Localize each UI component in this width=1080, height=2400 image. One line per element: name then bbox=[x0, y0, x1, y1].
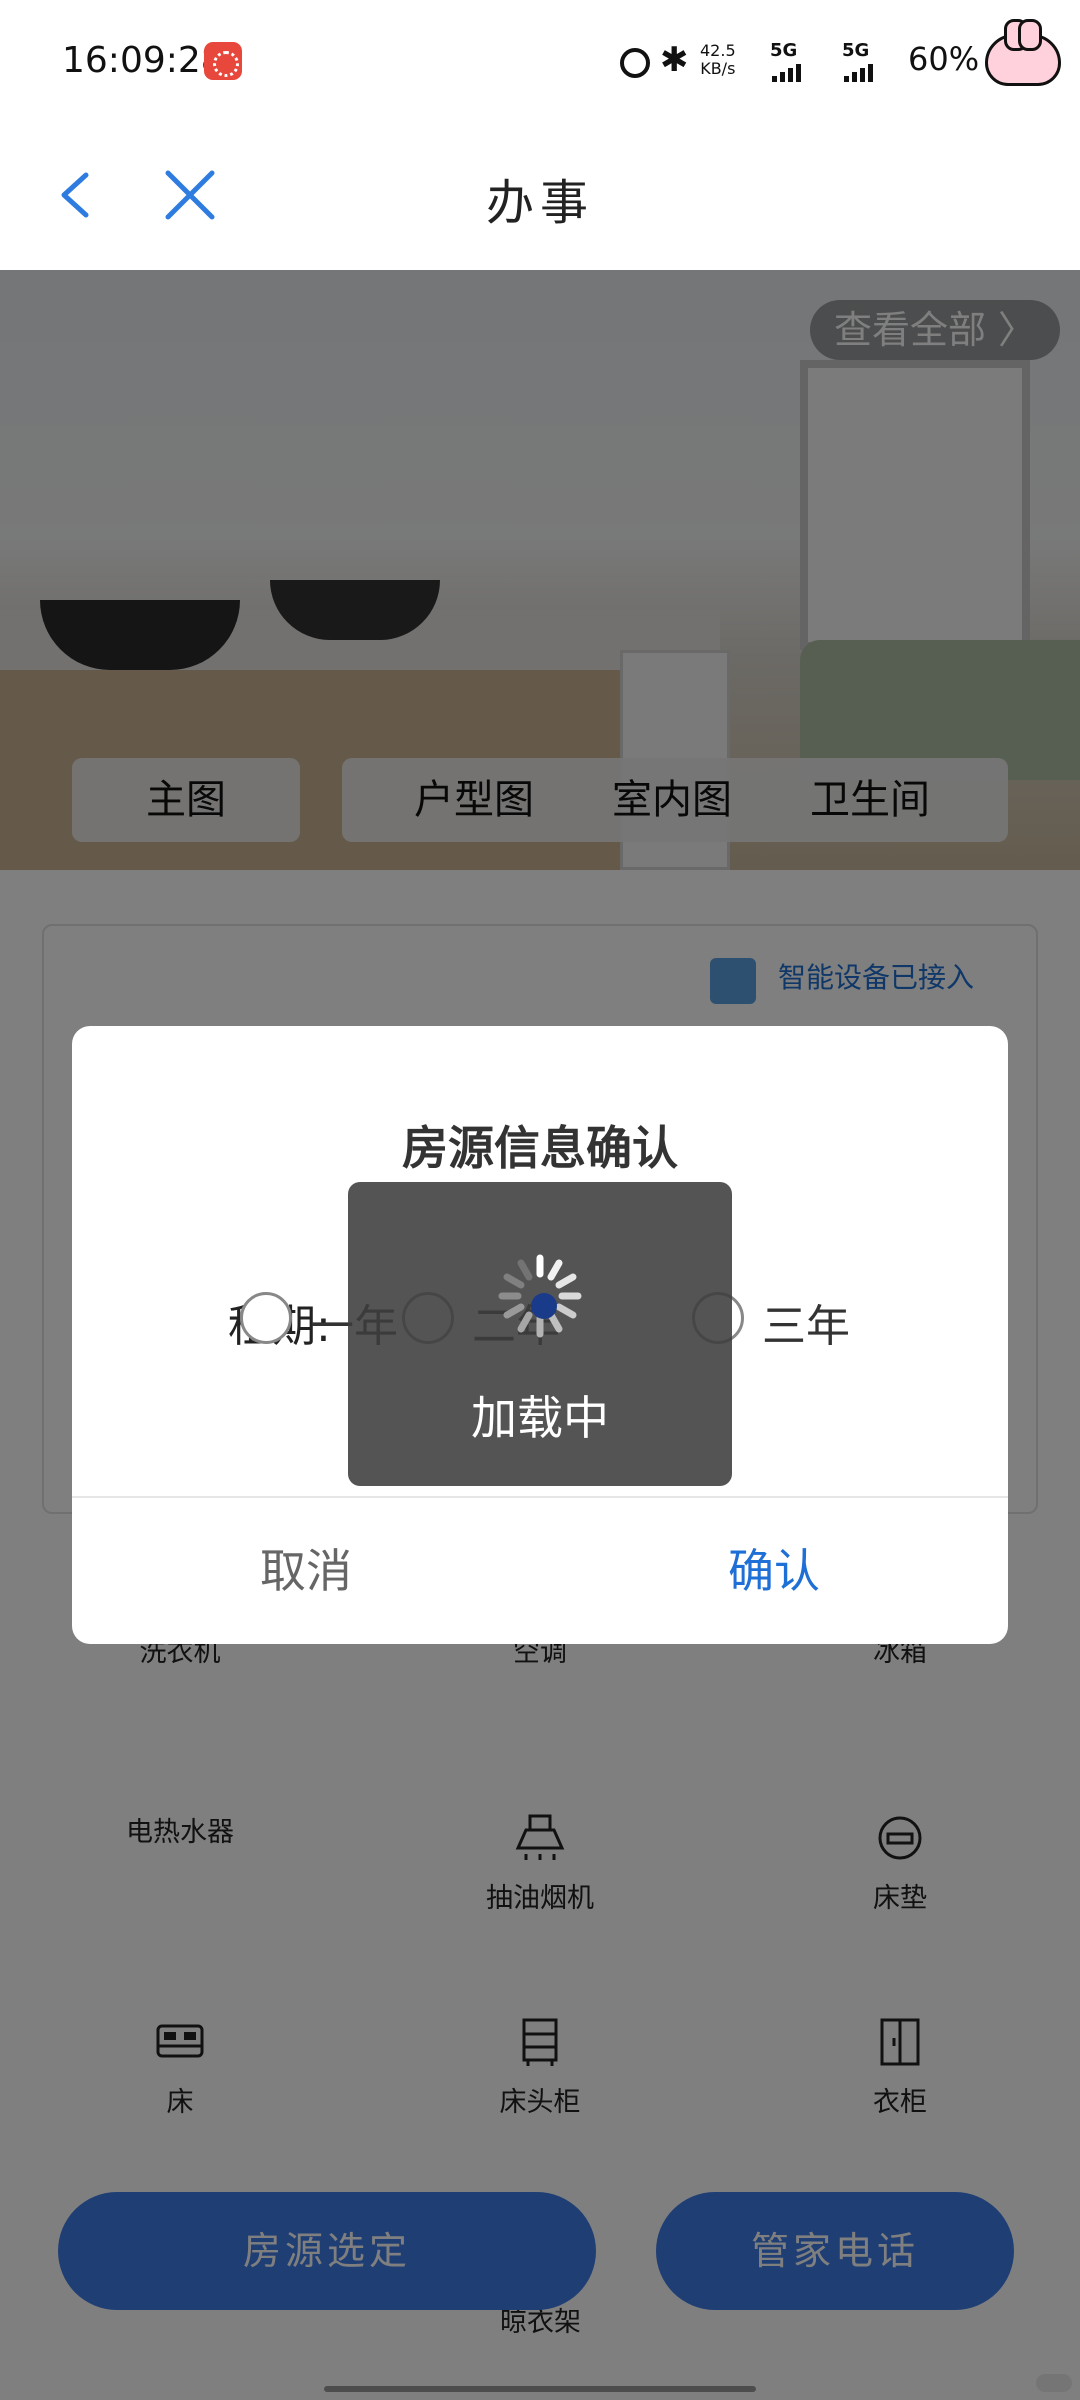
network-type-1: 5G bbox=[770, 40, 798, 61]
network-type-2: 5G bbox=[842, 40, 870, 61]
bluetooth-icon: ✱ bbox=[660, 40, 689, 80]
alarm-icon bbox=[620, 48, 650, 78]
app-notification-icon bbox=[204, 42, 242, 80]
cancel-button[interactable]: 取消 bbox=[72, 1498, 540, 1644]
page-title: 办事 bbox=[485, 175, 594, 231]
network-speed-unit: KB/s bbox=[700, 59, 736, 78]
network-speed-value: 42.5 bbox=[700, 41, 736, 60]
network-speed: 42.5 KB/s bbox=[700, 42, 736, 78]
nav-bar: 办事 bbox=[0, 125, 1080, 270]
loading-toast: 加载中 bbox=[348, 1182, 732, 1486]
loading-text: 加载中 bbox=[471, 1391, 609, 1445]
signal-icon-1 bbox=[770, 62, 806, 82]
modal-overlay[interactable] bbox=[0, 270, 1080, 870]
status-icons: ✱ 42.5 KB/s 5G 5G 60% bbox=[620, 19, 1080, 100]
loading-spinner-icon bbox=[498, 1254, 582, 1338]
status-time: 16:09:28 bbox=[62, 40, 224, 81]
status-bar: 16:09:28 ✱ 42.5 KB/s 5G 5G 60% bbox=[0, 0, 1080, 125]
dialog-title: 房源信息确认 bbox=[402, 1121, 678, 1175]
bunny-avatar-icon bbox=[985, 19, 1061, 86]
battery-level: 60% bbox=[908, 40, 980, 78]
lease-option-label: 三年 bbox=[762, 1301, 850, 1352]
confirm-button[interactable]: 确认 bbox=[540, 1498, 1008, 1644]
radio-icon[interactable] bbox=[240, 1292, 292, 1344]
signal-icon-2 bbox=[842, 62, 878, 82]
